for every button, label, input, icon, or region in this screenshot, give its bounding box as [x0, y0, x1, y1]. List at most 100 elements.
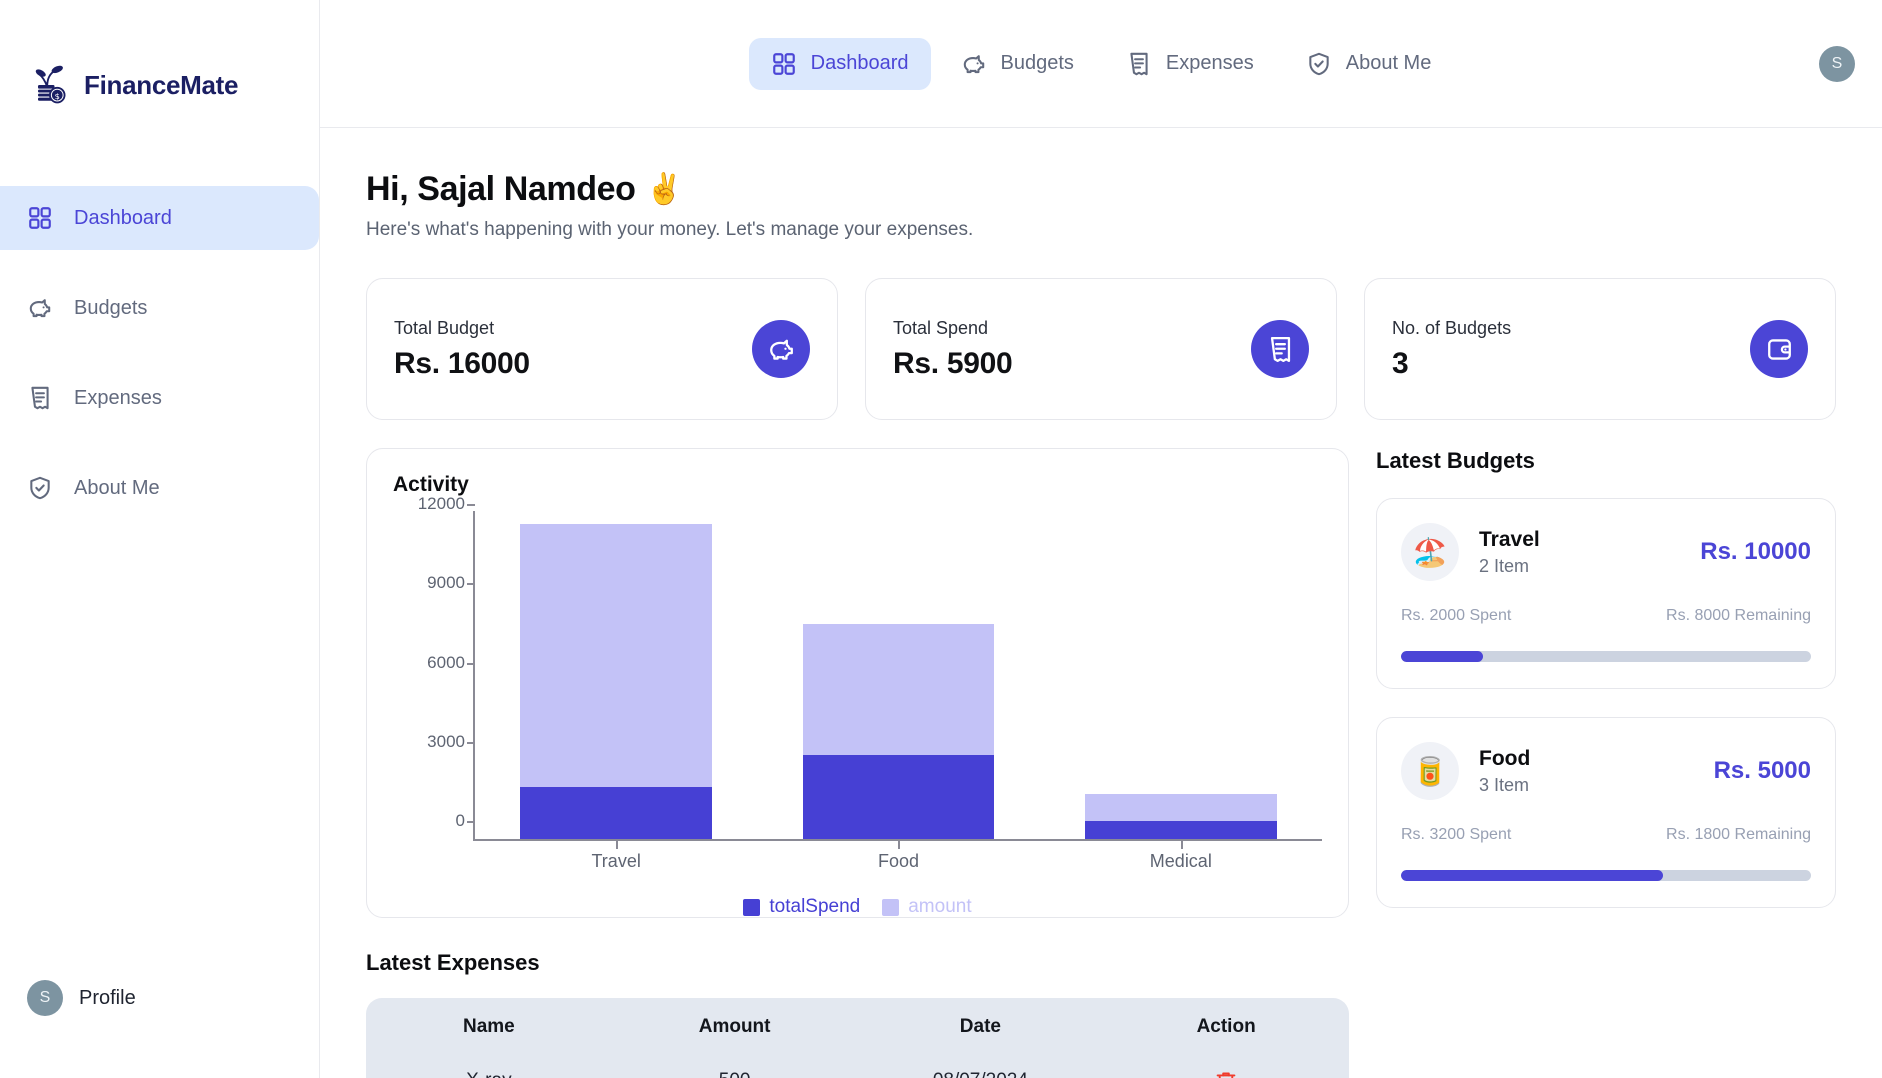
y-axis-tick: 3000 [427, 731, 475, 751]
shield-check-icon [27, 475, 53, 501]
sidebar-item-expenses[interactable]: Expenses [0, 366, 319, 430]
y-axis-tick: 12000 [417, 494, 476, 514]
bar-slot [757, 511, 1039, 839]
wallet-icon [1750, 320, 1808, 378]
stat-card-total-budget: Total Budget Rs. 16000 [366, 278, 838, 420]
tab-dashboard[interactable]: Dashboard [748, 37, 931, 90]
bar-medical[interactable] [1084, 511, 1277, 839]
svg-text:$: $ [55, 91, 60, 101]
bar-segment-amount [802, 623, 995, 756]
beach-umbrella-icon: 🏖️ [1401, 523, 1459, 581]
receipt-icon [27, 385, 53, 411]
grid-icon [771, 51, 797, 77]
victory-hand-icon: ✌️ [645, 172, 683, 207]
budget-meta: Rs. 2000 Spent Rs. 8000 Remaining [1401, 607, 1811, 625]
budget-remaining: Rs. 8000 Remaining [1666, 607, 1811, 624]
y-axis-tick: 0 [455, 811, 477, 830]
bar-segment-totalspend [1084, 820, 1277, 839]
legend-item-amount[interactable]: amount [882, 896, 972, 918]
x-axis-label: Medical [1040, 841, 1322, 872]
budget-card-travel[interactable]: 🏖️ Travel 2 Item Rs. 10000 Rs. 2000 Spen… [1376, 498, 1836, 689]
latest-budgets-title: Latest Budgets [1376, 448, 1535, 473]
cell-action [1103, 1070, 1349, 1078]
bar-travel[interactable] [520, 511, 713, 839]
legend-item-totalspend[interactable]: totalSpend [743, 896, 860, 918]
sidebar-item-label: Expenses [74, 386, 162, 409]
legend-label: amount [908, 896, 972, 917]
column-header-date: Date [959, 1016, 1001, 1037]
table-header-row: Name Amount Date Action [366, 998, 1349, 1056]
tab-budgets[interactable]: Budgets [939, 38, 1096, 90]
chart-plot-area: 0 3000 6000 9000 12000 [393, 494, 1322, 841]
table-row: X-ray 500 08/07/2024 [366, 1056, 1349, 1078]
x-axis-labels: Travel Food Medical [475, 841, 1322, 872]
cell-name: X-ray [366, 1070, 612, 1078]
piggy-bank-icon [752, 320, 810, 378]
latest-expenses-title: Latest Expenses [366, 950, 540, 975]
budget-item-count: 2 Item [1479, 555, 1530, 576]
x-axis-label: Food [757, 841, 1039, 872]
page-subtitle: Here's what's happening with your money.… [366, 219, 974, 240]
tab-label: Dashboard [810, 52, 909, 74]
bar-segment-amount [520, 524, 713, 787]
sidebar-item-label: Dashboard [74, 206, 172, 229]
canned-food-icon: 🥫 [1401, 742, 1459, 800]
x-axis-label: Travel [475, 841, 757, 872]
tab-expenses[interactable]: Expenses [1104, 38, 1276, 90]
money-plant-icon: $ [27, 63, 71, 107]
brand: $ FinanceMate [0, 0, 319, 128]
y-axis-tick: 9000 [427, 573, 475, 593]
y-axis: 0 3000 6000 9000 12000 [393, 494, 477, 841]
budget-spent: Rs. 3200 Spent [1401, 826, 1512, 843]
sidebar-nav: Dashboard Budgets Expenses About Me [0, 186, 319, 546]
budget-remaining: Rs. 1800 Remaining [1666, 826, 1811, 843]
receipt-icon [1126, 51, 1152, 77]
bar-segment-amount [1084, 794, 1277, 821]
page-title: Hi, Sajal Namdeo ✌️ [366, 170, 1836, 209]
dashboard-content: Hi, Sajal Namdeo ✌️ Here's what's happen… [320, 128, 1882, 1078]
tab-label: Budgets [1000, 52, 1074, 74]
budget-amount: Rs. 10000 [1700, 538, 1811, 565]
bars-container [475, 511, 1322, 841]
stat-value: Rs. 5900 [893, 346, 1013, 380]
budget-name: Travel [1479, 527, 1540, 551]
legend-swatch [743, 898, 761, 916]
dashboard-lower: Activity 0 3000 6000 9000 12000 Travel Food Me… [366, 448, 1836, 1078]
stat-value: Rs. 16000 [394, 346, 530, 380]
tab-label: About Me [1345, 52, 1432, 74]
budget-meta: Rs. 3200 Spent Rs. 1800 Remaining [1401, 826, 1811, 844]
stat-cards: Total Budget Rs. 16000 Total Spend Rs. 5… [366, 278, 1836, 420]
tab-about-me[interactable]: About Me [1284, 38, 1454, 90]
sidebar-item-budgets[interactable]: Budgets [0, 276, 319, 340]
budget-texts: Travel 2 Item [1479, 528, 1540, 577]
budget-name: Food [1479, 746, 1531, 770]
stat-card-no-of-budgets: No. of Budgets 3 [1364, 278, 1836, 420]
app-root: $ FinanceMate Dashboard Budgets Expenses… [0, 0, 1882, 1078]
stat-label: Total Spend [893, 317, 989, 338]
y-axis-tick: 6000 [427, 652, 475, 672]
budget-progress-fill [1401, 651, 1483, 662]
tab-label: Expenses [1165, 52, 1254, 74]
budget-item-count: 3 Item [1479, 774, 1530, 795]
budget-card-food[interactable]: 🥫 Food 3 Item Rs. 5000 Rs. 3200 Spent Rs… [1376, 717, 1836, 908]
stat-label: Total Budget [394, 317, 495, 338]
bar-slot [475, 511, 757, 839]
budget-progress-bar [1401, 651, 1811, 662]
topbar: Dashboard Budgets Expenses About Me S [320, 0, 1882, 128]
trash-icon[interactable] [1214, 1070, 1238, 1078]
column-header-action: Action [1196, 1016, 1256, 1037]
sidebar-profile[interactable]: S Profile [27, 980, 136, 1016]
bar-food[interactable] [802, 511, 995, 839]
budget-amount: Rs. 5000 [1713, 757, 1811, 784]
sidebar-item-about-me[interactable]: About Me [0, 456, 319, 520]
main-area: Dashboard Budgets Expenses About Me S Hi… [320, 0, 1882, 1078]
piggy-bank-icon [961, 51, 987, 77]
sidebar: $ FinanceMate Dashboard Budgets Expenses… [0, 0, 320, 1078]
top-navigation: Dashboard Budgets Expenses About Me [748, 37, 1454, 90]
stat-value: 3 [1392, 346, 1409, 380]
sidebar-item-dashboard[interactable]: Dashboard [0, 186, 319, 250]
avatar[interactable]: S [1819, 46, 1855, 82]
budget-spent: Rs. 2000 Spent [1401, 607, 1512, 624]
left-column: Activity 0 3000 6000 9000 12000 Travel Food Me… [366, 448, 1349, 1078]
legend-label: totalSpend [769, 896, 861, 917]
